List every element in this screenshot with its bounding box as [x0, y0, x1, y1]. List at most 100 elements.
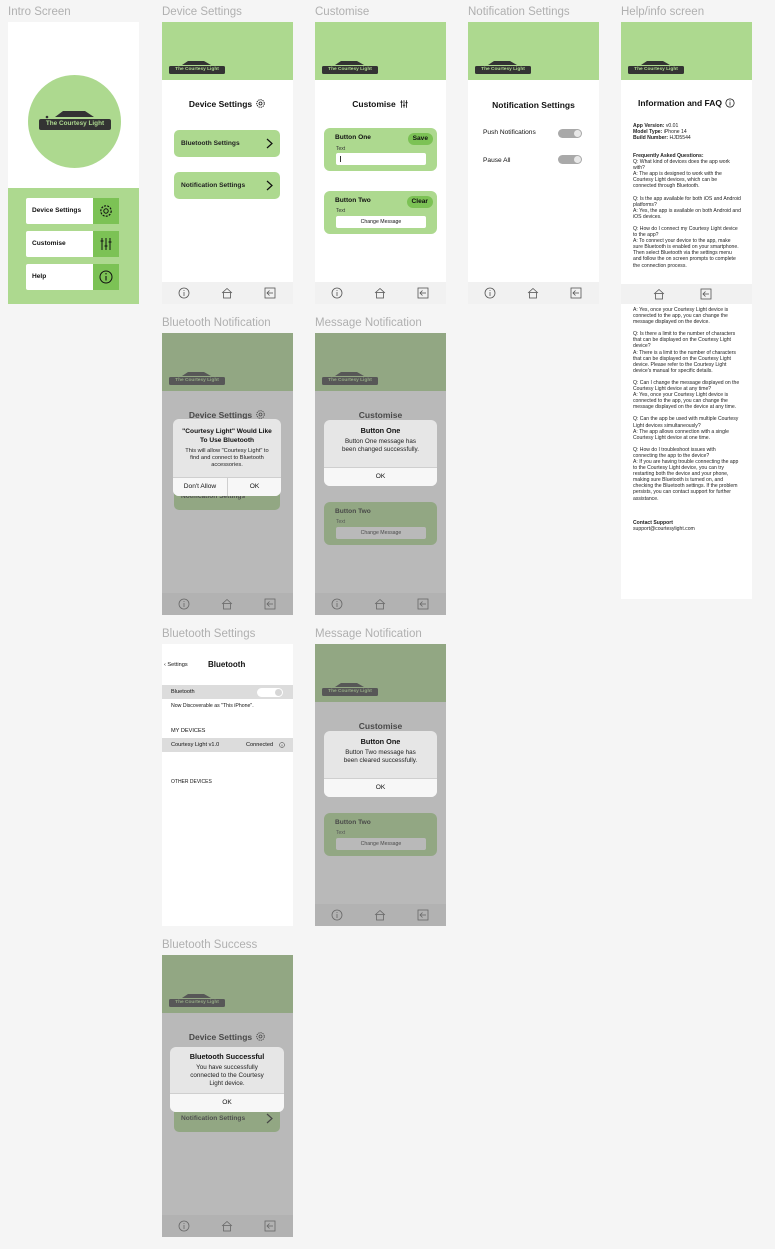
- back-icon[interactable]: [700, 288, 712, 300]
- logo: The Courtesy Light: [37, 107, 113, 133]
- back-settings-link[interactable]: ‹ Settings: [164, 662, 188, 668]
- faq-question: Q: Is there a limit to the number of cha…: [633, 331, 736, 350]
- faq-answer: A: There is a limit to the number of cha…: [633, 349, 736, 374]
- customise-screen: The Courtesy Light Customise Button One …: [315, 22, 446, 304]
- header: The Courtesy Light: [468, 22, 599, 80]
- dont-allow-button[interactable]: Don't Allow: [173, 477, 228, 496]
- label-customise: Customise: [315, 6, 370, 18]
- bluetooth-settings-button[interactable]: Bluetooth Settings: [174, 130, 280, 157]
- page-title-text: Customise: [352, 99, 396, 109]
- ok-button[interactable]: OK: [228, 477, 281, 496]
- label-bluetooth-success: Bluetooth Success: [162, 939, 258, 951]
- notification-settings-button[interactable]: Notification Settings: [174, 172, 280, 199]
- home-icon[interactable]: [374, 287, 386, 299]
- bluetooth-permission-alert: "Courtesy Light" Would Like To Use Bluet…: [173, 419, 281, 496]
- message-changed-alert: Button One Button One message has been c…: [324, 420, 437, 486]
- faq-answer: A: The app allows connection with a sing…: [633, 428, 729, 441]
- intro-logo-circle: The Courtesy Light: [28, 75, 121, 168]
- message-notification-screen-1: The Courtesy Light Customise Button Two …: [315, 333, 446, 615]
- logo: The Courtesy Light: [627, 58, 685, 76]
- page-title: Notification Settings: [492, 100, 575, 110]
- pause-all-toggle[interactable]: [558, 155, 582, 164]
- intro-customise-label: Customise: [32, 240, 66, 247]
- home-icon[interactable]: [527, 287, 539, 299]
- info-icon[interactable]: [484, 287, 496, 299]
- button-one-text-input[interactable]: [336, 153, 426, 165]
- alert-message: You have successfully connected to the C…: [190, 1064, 264, 1087]
- info-icon[interactable]: [178, 287, 190, 299]
- faq-item: Q: How do I connect my Courtesy Light de…: [633, 226, 741, 269]
- app-info: App Version: v0.01 Model Type: iPhone 14…: [633, 123, 741, 141]
- label-notification-settings: Notification Settings: [468, 6, 570, 18]
- ok-button[interactable]: OK: [170, 1093, 284, 1112]
- intro-menu-panel: Device Settings Customise Help: [8, 188, 139, 304]
- message-notification-screen-2: The Courtesy Light Customise Button Two …: [315, 644, 446, 926]
- header: The Courtesy Light: [315, 22, 446, 80]
- header: The Courtesy Light: [621, 22, 752, 80]
- faq-answer: A: Yes, once your Courtesy Light device …: [633, 392, 737, 411]
- page-title-text: Device Settings: [188, 99, 253, 109]
- ok-button[interactable]: OK: [324, 467, 437, 486]
- label-bluetooth-notification: Bluetooth Notification: [162, 317, 271, 329]
- intro-customise-button[interactable]: Customise: [26, 231, 119, 257]
- back-icon[interactable]: [570, 287, 582, 299]
- bottom-nav: [468, 282, 599, 304]
- contact-support-email[interactable]: support@courtesylight.com: [633, 526, 741, 532]
- logo: The Courtesy Light: [474, 58, 532, 76]
- faq-answer: A: The app is designed to work with the …: [633, 171, 722, 190]
- device-name: Courtesy Light v1.0: [171, 742, 220, 748]
- faq-top: Frequently Asked Questions: Q: What kind…: [633, 153, 741, 283]
- logo: The Courtesy Light: [321, 58, 379, 76]
- button-two-card: Button Two Clear Text Change Message: [324, 191, 437, 234]
- home-icon[interactable]: [653, 288, 665, 300]
- info-icon[interactable]: [279, 742, 285, 748]
- bluetooth-toggle[interactable]: [257, 687, 283, 697]
- faq-item: Q: Is there a limit to the number of cha…: [633, 331, 741, 374]
- model-type-key: Model Type:: [633, 129, 663, 136]
- back-icon[interactable]: [417, 287, 429, 299]
- faq-question: Q: What kind of devices does the app wor…: [633, 159, 730, 172]
- logo: The Courtesy Light: [168, 58, 226, 76]
- back-icon[interactable]: [264, 287, 276, 299]
- faq-item: Q: Can the app be used with multiple Cou…: [633, 416, 741, 440]
- chevron-right-icon: [266, 138, 273, 149]
- bluetooth-label: Bluetooth: [171, 689, 195, 695]
- build-number-value: HJD5544: [669, 135, 691, 142]
- alert-title: Bluetooth Successful: [189, 1052, 265, 1061]
- home-icon[interactable]: [221, 287, 233, 299]
- label-device-settings: Device Settings: [162, 6, 242, 18]
- change-message-button[interactable]: Change Message: [336, 216, 426, 228]
- button-two-title: Button Two: [335, 197, 371, 204]
- header: The Courtesy Light: [162, 22, 293, 80]
- faq-item: Q: How do I troubleshoot issues with con…: [633, 447, 741, 502]
- intro-help-button[interactable]: Help: [26, 264, 119, 290]
- clear-button[interactable]: Clear: [406, 196, 433, 208]
- ok-button[interactable]: OK: [324, 778, 437, 797]
- logo-text: The Courtesy Light: [634, 66, 678, 72]
- intro-device-settings-button[interactable]: Device Settings: [26, 198, 119, 224]
- logo-text: The Courtesy Light: [45, 120, 105, 127]
- alert-message: This will allow "Courtesy Light" to find…: [185, 448, 269, 468]
- faq-answer: A: To connect your device to the app, ma…: [633, 238, 739, 269]
- push-notifications-toggle[interactable]: [558, 129, 582, 138]
- help-info-screen: The Courtesy Light Information and FAQ A…: [621, 22, 752, 599]
- model-type-value: iPhone 14: [663, 129, 687, 136]
- faq-question: Q: Can I change the message displayed on…: [633, 379, 740, 393]
- connected-status: Connected: [246, 742, 274, 748]
- logo-text: The Courtesy Light: [328, 66, 372, 72]
- alert-title: "Courtesy Light" Would Like To Use Bluet…: [182, 428, 272, 444]
- faq-question: Q: How do I troubleshoot issues with con…: [633, 446, 716, 459]
- alert-message: Button Two message has been cleared succ…: [343, 749, 418, 764]
- faq-answer: A: Yes, the app is available on both And…: [633, 207, 741, 220]
- info-icon[interactable]: [331, 287, 343, 299]
- bluetooth-row: Bluetooth: [162, 685, 293, 699]
- gear-icon: [256, 99, 265, 108]
- bluetooth-success-alert: Bluetooth Successful You have successful…: [170, 1047, 284, 1112]
- bottom-nav: [315, 282, 446, 304]
- faq-question: Q: Is the app available for both iOS and…: [633, 195, 741, 208]
- message-cleared-alert: Button One Button Two message has been c…: [324, 731, 437, 797]
- save-button[interactable]: Save: [407, 133, 433, 145]
- device-row[interactable]: Courtesy Light v1.0 Connected: [162, 738, 293, 752]
- label-intro-screen: Intro Screen: [8, 6, 71, 18]
- button-one-card: Button One Save Text: [324, 128, 437, 171]
